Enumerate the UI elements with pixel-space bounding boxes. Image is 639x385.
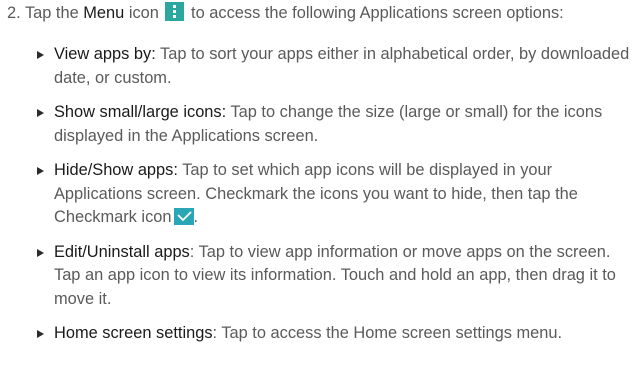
checkmark-icon (173, 208, 194, 225)
list-item-show-small-large-icons: Show small/large icons: Tap to change th… (35, 101, 635, 148)
list-item-home-screen-settings: Home screen settings: Tap to access the … (35, 322, 635, 346)
list-item-hide-show-apps: Hide/Show apps: Tap to set which app ico… (35, 159, 635, 230)
step-2-instruction: 2. Tap the Menu icon to access the follo… (7, 2, 637, 26)
item-label: Hide/Show apps: (54, 161, 178, 179)
item-label: Edit/Uninstall apps (54, 242, 190, 261)
item-label: Home screen settings (54, 324, 213, 342)
item-label: Show small/large icons: (54, 103, 227, 121)
list-item-edit-uninstall-apps: Edit/Uninstall apps: Tap to view app inf… (35, 241, 635, 312)
step-number: 2. (7, 4, 21, 22)
options-list: View apps by: Tap to sort your apps eith… (35, 43, 635, 357)
bullet-arrow-icon (37, 330, 44, 338)
step-text-before: Tap the (24, 4, 79, 22)
bullet-arrow-icon (37, 109, 44, 117)
list-item-view-apps-by: View apps by: Tap to sort your apps eith… (35, 43, 635, 90)
bullet-arrow-icon (37, 51, 44, 59)
item-text: : Tap to access the Home screen settings… (212, 324, 563, 342)
bullet-arrow-icon (37, 167, 44, 175)
item-label: View apps by: (54, 45, 156, 63)
bullet-arrow-icon (37, 248, 44, 257)
step-text-icon: icon (128, 4, 159, 22)
step-text-after: to access the following Applications scr… (191, 4, 564, 22)
item-text-end: . (193, 208, 199, 226)
menu-word: Menu (83, 4, 125, 22)
menu-icon (165, 2, 185, 21)
